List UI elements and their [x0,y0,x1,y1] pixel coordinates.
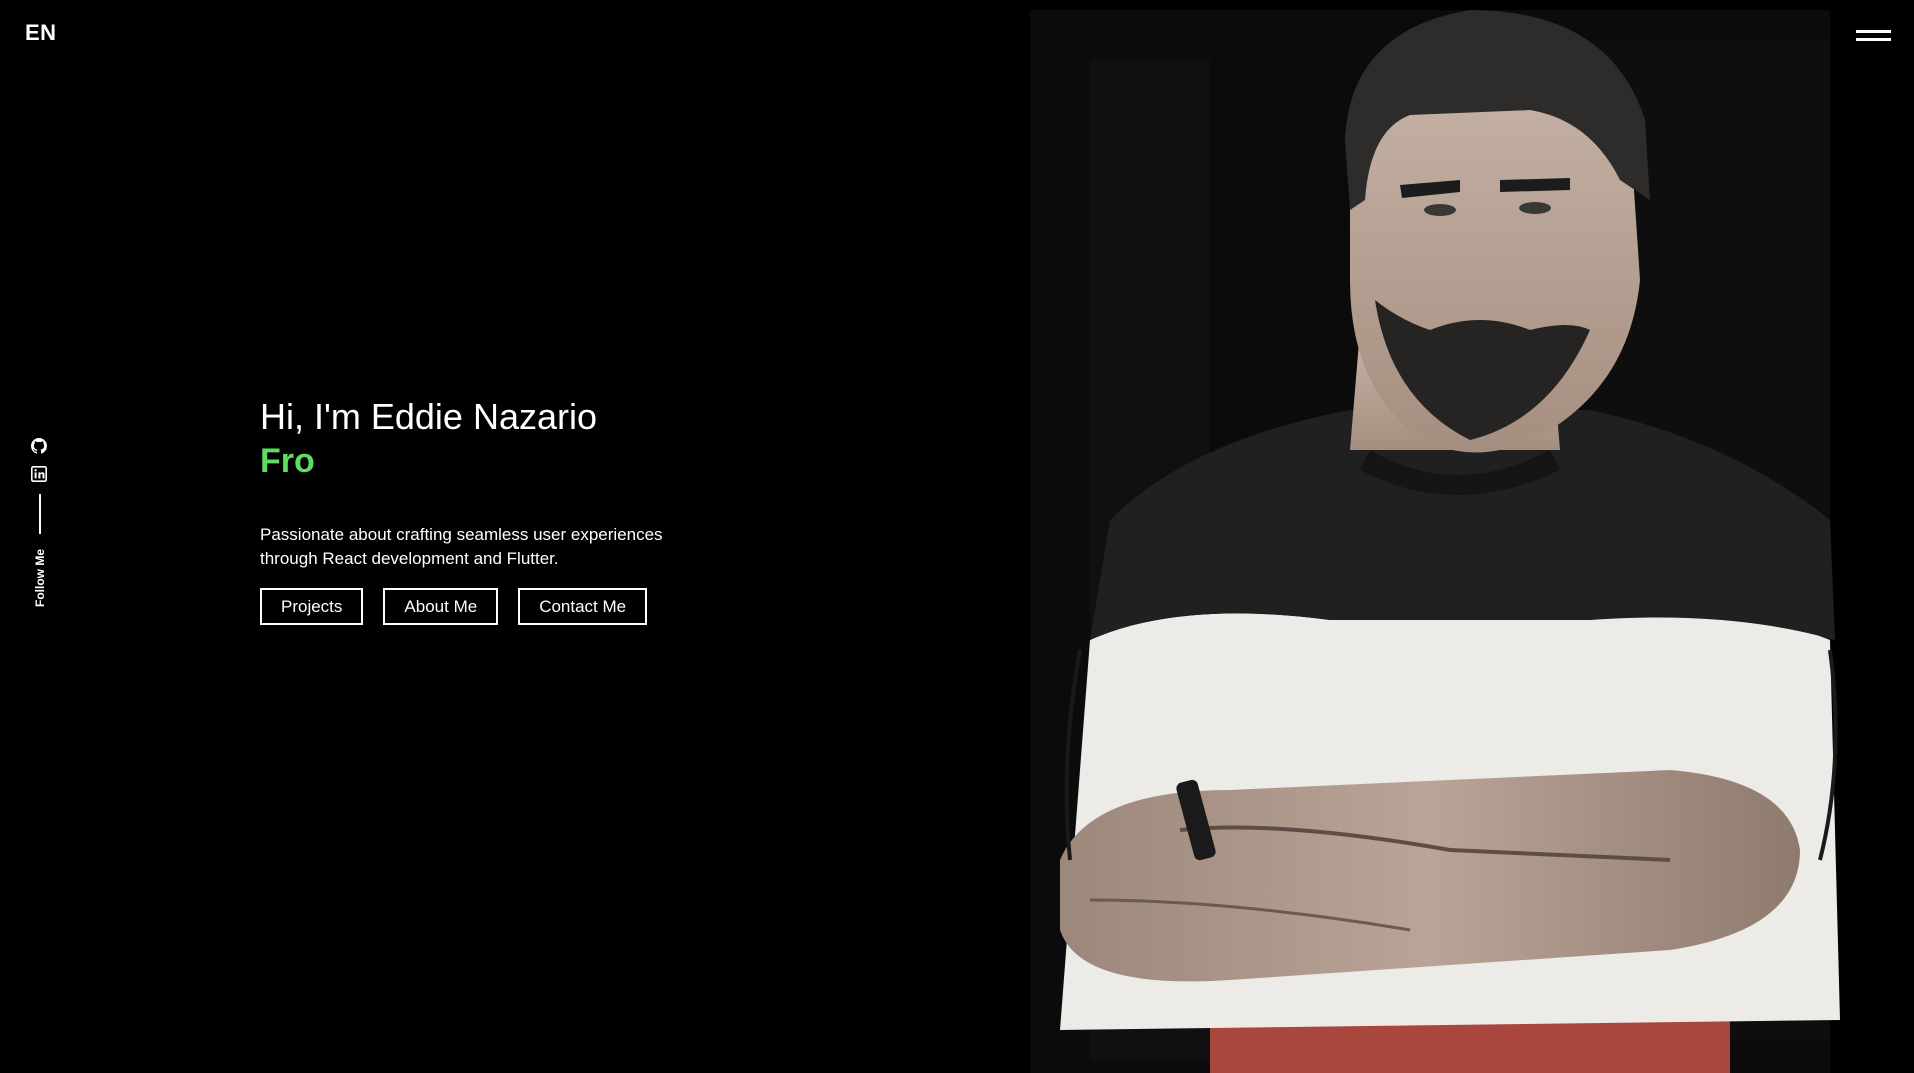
hero-bio: Passionate about crafting seamless user … [260,525,663,568]
portrait-illustration [1030,0,1860,1073]
rail-divider [39,494,41,534]
hero-section: Hi, I'm Eddie Nazario Fro Passionate abo… [260,395,820,625]
social-links: Follow Me [28,438,52,618]
projects-button[interactable]: Projects [260,588,364,625]
portrait-illustration-art [1030,10,1840,1073]
linkedin-icon[interactable] [31,466,47,482]
follow-me-label: Follow Me [33,549,47,607]
hero-greeting: Hi, I'm Eddie Nazario [260,396,597,437]
hamburger-menu-icon [1856,30,1891,33]
language-toggle[interactable]: EN [25,20,57,46]
about-me-button[interactable]: About Me [383,588,499,625]
hero-actions: Projects About Me Contact Me [260,588,820,625]
typed-role-text: Fro [260,442,315,480]
contact-me-button[interactable]: Contact Me [518,588,648,625]
github-icon[interactable] [31,438,47,454]
hamburger-menu-icon-bar [1856,38,1891,41]
